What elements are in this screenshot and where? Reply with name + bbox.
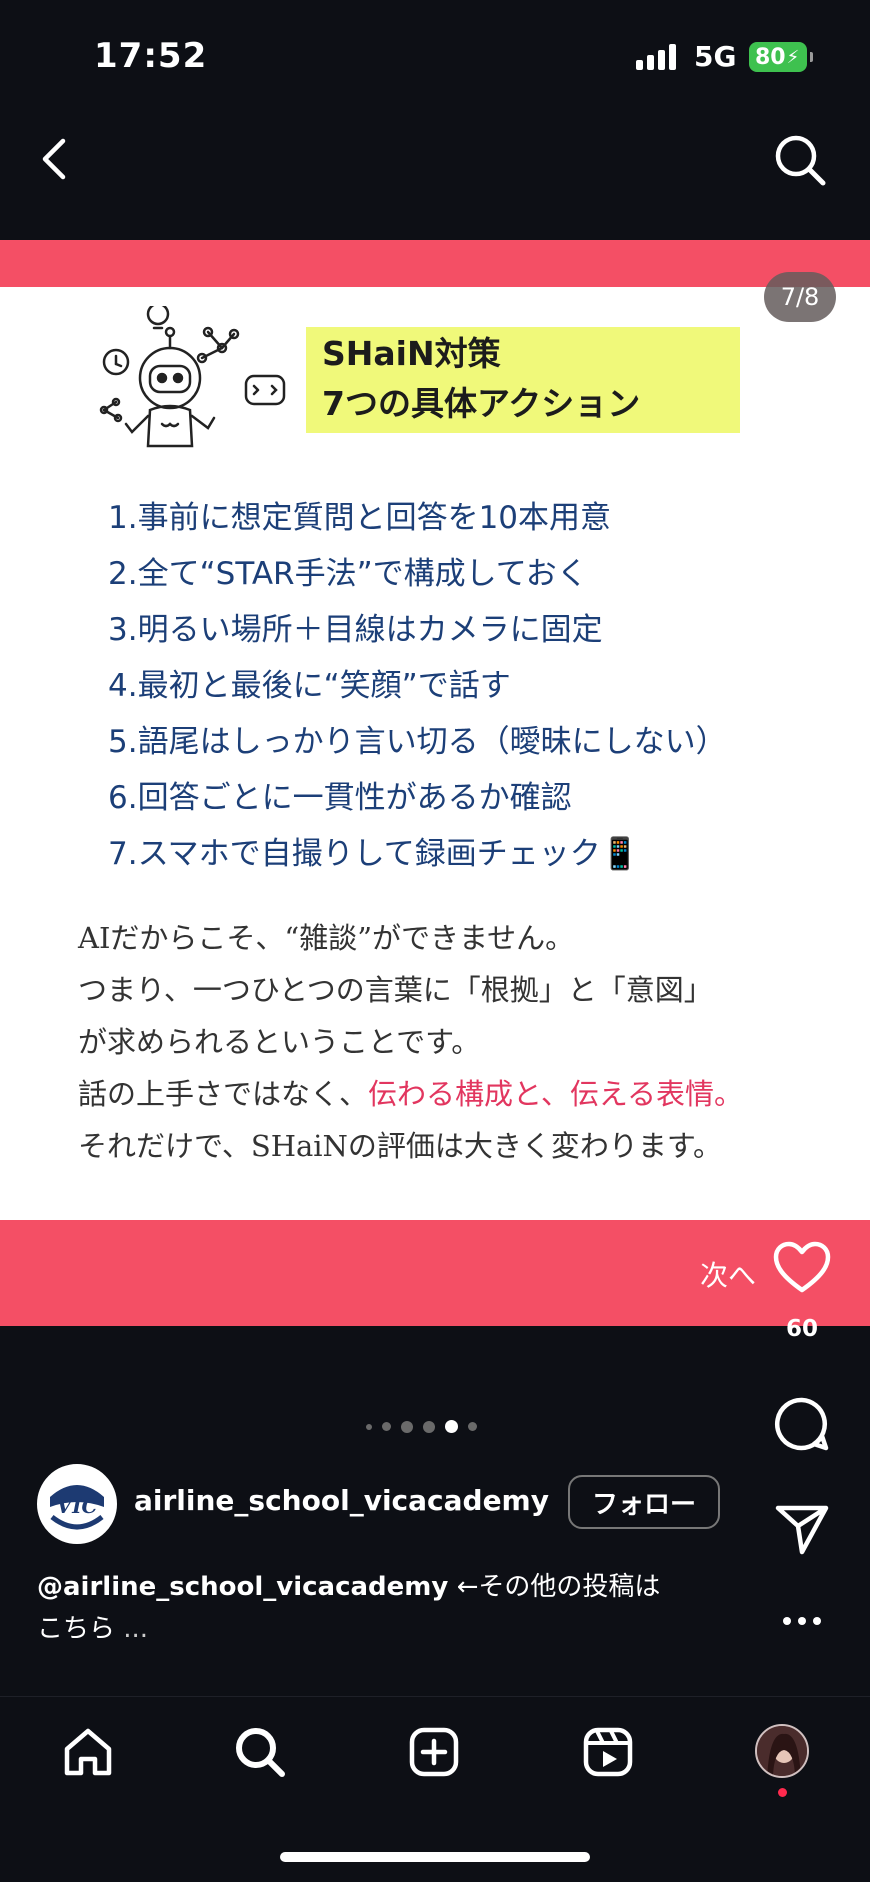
- signal-icon: [636, 44, 676, 70]
- robot-illustration: [99, 306, 286, 448]
- back-icon[interactable]: [34, 134, 74, 184]
- search-icon[interactable]: [770, 130, 830, 190]
- carousel-dot: [468, 1422, 477, 1431]
- explore-icon[interactable]: [230, 1722, 290, 1782]
- carousel-dot-active: [445, 1420, 458, 1433]
- more-icon[interactable]: [776, 1606, 828, 1636]
- comment-icon[interactable]: [772, 1394, 832, 1454]
- memo-line: 話の上手さではなく、伝わる構成と、伝える表情。: [78, 1068, 743, 1120]
- list-item: 7.スマホで自撮りして録画チェック📱: [108, 836, 640, 872]
- carousel-dot: [401, 1420, 413, 1433]
- carousel-dots: [366, 1420, 477, 1433]
- caption-mention[interactable]: @airline_school_vicacademy: [37, 1572, 448, 1602]
- reels-icon[interactable]: [578, 1722, 638, 1782]
- notification-dot: [778, 1788, 787, 1797]
- list-item: 4.最初と最後に“笑顔”で話す: [108, 668, 511, 704]
- username[interactable]: airline_school_vicacademy: [134, 1484, 549, 1517]
- carousel-dot: [366, 1423, 372, 1430]
- network-label: 5G: [694, 40, 737, 73]
- battery-level: 80: [755, 44, 786, 70]
- like-count: 60: [785, 1316, 818, 1342]
- memo-text: AIだからこそ、“雑談”ができません。 つまり、一つひとつの言葉に「根拠」と「意…: [78, 912, 743, 1172]
- memo-line: AIだからこそ、“雑談”ができません。: [78, 921, 575, 955]
- list-item: 1.事前に想定質問と回答を10本用意: [108, 500, 612, 536]
- create-icon[interactable]: [404, 1722, 464, 1782]
- title-line1: SHaiN対策: [306, 327, 556, 379]
- caption-more[interactable]: ...: [123, 1614, 148, 1644]
- top-band: [0, 240, 870, 287]
- list-item: 5.語尾はしっかり言い切る（曖昧にしない）: [108, 724, 727, 760]
- title-line2: 7つの具体アクション: [306, 379, 740, 433]
- caption: @airline_school_vicacademy ←その他の投稿は こちら …: [37, 1566, 737, 1650]
- home-icon[interactable]: [58, 1722, 118, 1782]
- avatar-logo-text: VIC: [57, 1494, 98, 1518]
- profile-avatar[interactable]: [755, 1724, 809, 1778]
- memo-line: つまり、一つひとつの言葉に「根拠」と「意図」: [78, 973, 713, 1007]
- share-icon[interactable]: [772, 1498, 832, 1558]
- status-time: 17:52: [94, 36, 208, 76]
- avatar[interactable]: VIC: [37, 1464, 117, 1544]
- list-item: 6.回答ごとに一貫性があるか確認: [108, 780, 572, 816]
- list-item: 3.明るい場所＋目線はカメラに固定: [108, 612, 603, 648]
- page-counter: 7/8: [764, 272, 836, 322]
- carousel-dot: [423, 1420, 435, 1433]
- memo-plain: 話の上手さではなく、: [78, 1077, 369, 1111]
- carousel-dot: [382, 1422, 391, 1431]
- action-list: 1.事前に想定質問と回答を10本用意 2.全て“STAR手法”で構成しておく 3…: [108, 490, 727, 882]
- memo-line: それだけで、SHaiNの評価は大きく変わります。: [78, 1129, 723, 1163]
- memo-highlight: 伝わる構成と、伝える表情。: [368, 1077, 743, 1111]
- title-box: SHaiN対策 7つの具体アクション: [306, 327, 740, 433]
- battery-icon: 80 ⚡: [749, 42, 813, 72]
- home-indicator[interactable]: [280, 1852, 590, 1862]
- list-item: 2.全て“STAR手法”で構成しておく: [108, 556, 588, 592]
- heart-icon[interactable]: [770, 1236, 834, 1300]
- caption-line2: こちら: [37, 1614, 116, 1644]
- follow-button[interactable]: フォロー: [568, 1475, 720, 1529]
- memo-line: が求められるということです。: [78, 1025, 481, 1059]
- caption-text: ←その他の投稿は: [448, 1572, 661, 1602]
- post-image[interactable]: 7/8 SHaiN対策 7つの具体アクション 1.事前に想定質問と回答を10本用…: [0, 240, 870, 1326]
- next-label: 次へ: [700, 1259, 757, 1292]
